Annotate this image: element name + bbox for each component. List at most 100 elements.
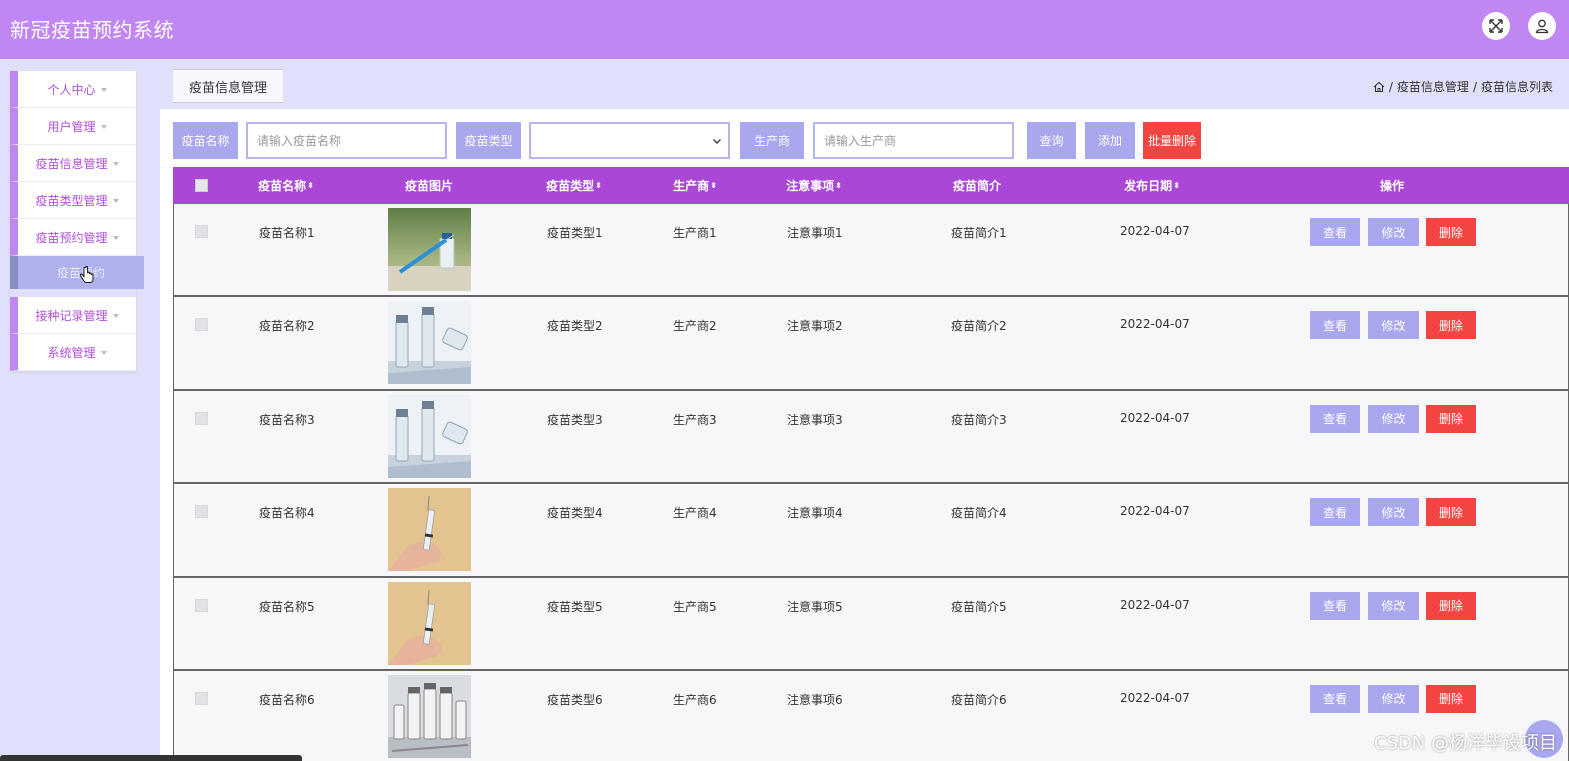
hand-cursor-icon — [80, 266, 94, 283]
column-header-label: 疫苗图片 — [404, 179, 453, 193]
cell-vaccine-type: 疫苗类型3 — [547, 412, 603, 427]
column-header-notes[interactable]: 注意事项 ⬍ — [781, 167, 847, 204]
vaccine-name-input[interactable]: 请输入疫苗名称 — [246, 122, 447, 159]
sidebar-item-vaccine-type[interactable]: 疫苗类型管理 — [10, 182, 136, 219]
delete-button[interactable]: 删除 — [1426, 498, 1476, 527]
view-button[interactable]: 查看 — [1310, 498, 1360, 527]
cell-vaccine-name: 疫苗名称5 — [259, 599, 315, 614]
query-button[interactable]: 查询 — [1027, 122, 1076, 159]
edit-button[interactable]: 修改 — [1368, 684, 1419, 713]
view-button[interactable]: 查看 — [1310, 311, 1360, 340]
add-button[interactable]: 添加 — [1085, 122, 1135, 159]
sidebar-item-vaccine-info[interactable]: 疫苗信息管理 — [10, 145, 136, 182]
sort-icon: ⬍ — [1173, 181, 1180, 190]
vaccine-image[interactable] — [388, 301, 471, 385]
delete-button[interactable]: 删除 — [1426, 218, 1476, 246]
tab-bar: 疫苗信息管理 / 疫苗信息管理 / 疫苗信息列表 — [160, 59, 1569, 109]
cell-vaccine-type: 疫苗类型5 — [547, 599, 603, 614]
fullscreen-button[interactable] — [1482, 12, 1510, 40]
vaccine-image[interactable] — [388, 394, 471, 478]
vaccine-type-select[interactable] — [529, 122, 730, 159]
column-header-label: 操作 — [1379, 179, 1404, 193]
cell-vaccine-type: 疫苗类型4 — [547, 506, 603, 521]
table-body: 疫苗名称1 疫苗类型1 生产商1 注意事项1 疫苗简介1 2022-04-07 查看 修改 删除… — [173, 204, 1569, 761]
sidebar-item-label: 疫苗信息管理 — [35, 156, 108, 171]
cell-publish-date: 2022-04-07 — [1120, 410, 1190, 425]
breadcrumb-level1[interactable]: 疫苗信息管理 — [1397, 78, 1469, 95]
sidebar-item-user-management[interactable]: 用户管理 — [10, 108, 136, 145]
row-checkbox[interactable] — [195, 225, 208, 238]
edit-button[interactable]: 修改 — [1368, 218, 1419, 246]
view-button[interactable]: 查看 — [1310, 684, 1360, 713]
sidebar-item-label: 个人中心 — [47, 82, 96, 97]
edit-button[interactable]: 修改 — [1368, 498, 1419, 527]
vaccine-name-label: 疫苗名称 — [173, 122, 238, 159]
row-checkbox[interactable] — [195, 598, 208, 612]
vaccine-image[interactable] — [388, 488, 471, 572]
top-header: 新冠疫苗预约系统 — [0, 0, 1569, 59]
cell-publish-date: 2022-04-07 — [1120, 317, 1190, 332]
column-header-actions: 操作 — [1367, 167, 1417, 204]
batch-delete-button[interactable]: 批量删除 — [1143, 122, 1201, 159]
edit-button[interactable]: 修改 — [1368, 591, 1419, 620]
sidebar-item-personal-center[interactable]: 个人中心 — [10, 71, 136, 108]
edit-button[interactable]: 修改 — [1368, 404, 1419, 433]
sidebar-spacer — [10, 289, 136, 297]
app-title: 新冠疫苗预约系统 — [10, 18, 174, 42]
column-header-label: 发布日期 — [1124, 179, 1173, 193]
view-button[interactable]: 查看 — [1310, 404, 1360, 433]
cell-vaccine-type: 疫苗类型1 — [547, 226, 603, 240]
sidebar-item-vaccine-booking[interactable]: 疫苗预约管理 — [10, 219, 136, 256]
row-checkbox[interactable] — [195, 411, 208, 425]
vaccine-image[interactable] — [388, 674, 471, 758]
cell-publish-date: 2022-04-07 — [1120, 504, 1190, 519]
caret-down-icon — [100, 350, 107, 355]
cell-vaccine-name: 疫苗名称1 — [259, 226, 315, 240]
cell-notes: 注意事项6 — [787, 692, 843, 707]
column-header-label: 疫苗简介 — [952, 179, 1001, 193]
row-checkbox[interactable] — [195, 318, 208, 332]
row-checkbox[interactable] — [195, 691, 208, 705]
cell-maker: 生产商2 — [673, 319, 717, 334]
user-menu-button[interactable] — [1528, 12, 1556, 40]
cell-maker: 生产商3 — [673, 412, 717, 427]
cell-intro: 疫苗简介4 — [951, 506, 1007, 521]
cell-vaccine-name: 疫苗名称6 — [259, 692, 315, 707]
column-header-name[interactable]: 疫苗名称 ⬍ — [253, 167, 319, 204]
select-all-checkbox[interactable] — [195, 179, 208, 192]
home-icon[interactable] — [1373, 81, 1385, 93]
caret-down-icon — [100, 87, 107, 92]
sidebar-item-system[interactable]: 系统管理 — [10, 334, 136, 371]
vaccine-image[interactable] — [388, 208, 471, 291]
cell-publish-date: 2022-04-07 — [1120, 597, 1190, 612]
tab-vaccine-info[interactable]: 疫苗信息管理 — [173, 69, 283, 103]
column-header-type[interactable]: 疫苗类型 ⬍ — [541, 167, 607, 204]
delete-button[interactable]: 删除 — [1426, 311, 1476, 340]
cell-notes: 注意事项4 — [787, 506, 843, 521]
sidebar-item-vaccination-records[interactable]: 接种记录管理 — [10, 297, 136, 334]
user-icon — [1535, 19, 1549, 34]
column-header-date[interactable]: 发布日期 ⬍ — [1119, 167, 1185, 204]
maker-input[interactable]: 请输入生产商 — [813, 122, 1014, 159]
cell-notes: 注意事项3 — [787, 412, 843, 427]
column-header-maker[interactable]: 生产商 ⬍ — [668, 167, 722, 204]
view-button[interactable]: 查看 — [1310, 591, 1360, 620]
cell-publish-date: 2022-04-07 — [1120, 224, 1190, 238]
cell-maker: 生产商6 — [673, 692, 717, 707]
delete-button[interactable]: 删除 — [1426, 591, 1476, 620]
view-button[interactable]: 查看 — [1310, 218, 1360, 246]
sidebar-item-label: 用户管理 — [47, 119, 96, 134]
delete-button[interactable]: 删除 — [1426, 684, 1476, 713]
browser-status-bar — [0, 755, 302, 761]
column-header-label: 生产商 — [673, 179, 710, 193]
edit-button[interactable]: 修改 — [1368, 311, 1419, 340]
caret-down-icon — [112, 198, 119, 203]
vaccine-image[interactable] — [388, 581, 471, 665]
caret-down-icon — [112, 313, 119, 318]
delete-button[interactable]: 删除 — [1426, 404, 1476, 433]
sidebar-subitem-booking[interactable]: 疫苗预约 — [10, 256, 144, 289]
row-checkbox[interactable] — [195, 505, 208, 519]
table-row: 疫苗名称1 疫苗类型1 生产商1 注意事项1 疫苗简介1 2022-04-07 查看 修改 删除 — [173, 204, 1569, 298]
sort-icon: ⬍ — [835, 181, 842, 190]
watermark: CSDN @杨洋毕设项目 — [1373, 733, 1557, 754]
